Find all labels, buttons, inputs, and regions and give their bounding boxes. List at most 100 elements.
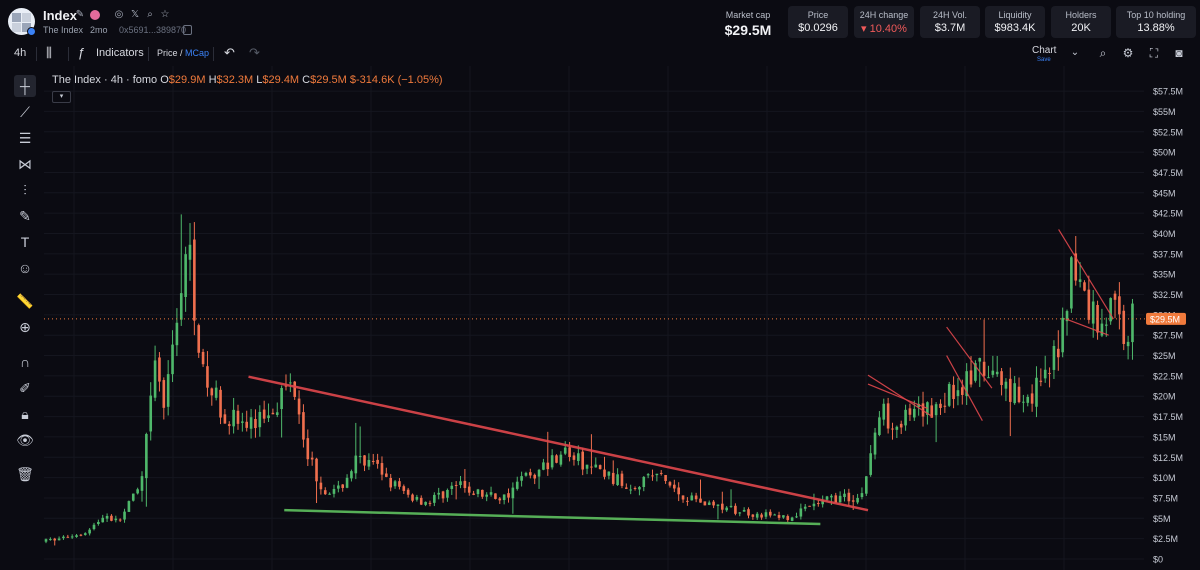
candle-body (402, 486, 406, 491)
candle-body (1113, 293, 1117, 300)
star-icon[interactable]: ☆ (159, 9, 171, 21)
candle-body (393, 481, 397, 487)
token-name: Index (43, 8, 77, 23)
zoom-search-icon[interactable]: ⌕ (1096, 46, 1110, 60)
candle-body (1104, 324, 1108, 326)
fullscreen-icon[interactable]: ⛶ (1147, 46, 1161, 60)
fib-icon[interactable]: ⫶ (14, 179, 36, 201)
candle-body (437, 492, 441, 495)
globe-icon[interactable]: ◎ (113, 9, 125, 21)
legend-high-value: $32.3M (216, 74, 254, 86)
stat-24h-volume: 24H Vol. $3.7M (920, 6, 980, 38)
candle-body (651, 475, 654, 477)
candle-body (459, 481, 462, 486)
candle-body (1078, 279, 1082, 282)
candle-body (389, 477, 393, 488)
text-icon[interactable]: T (14, 231, 36, 253)
indicators-button[interactable]: Indicators (96, 47, 144, 59)
verified-badge-icon (27, 27, 36, 36)
brush-icon[interactable]: ✎ (14, 205, 36, 227)
candle-body (838, 495, 842, 503)
x-icon[interactable]: 𝕏 (129, 9, 141, 21)
crosshair-icon[interactable]: ┼ (14, 75, 36, 97)
save-label[interactable]: Save (1037, 57, 1051, 63)
candle-type-icon[interactable]: ⫼ (46, 45, 52, 61)
lock-drawings-icon[interactable]: ✐ (14, 377, 36, 399)
horizontal-lines-icon[interactable]: ☰ (14, 127, 36, 149)
candle-body (328, 493, 331, 495)
y-tick-label: $20M (1153, 392, 1176, 402)
candle-body (629, 489, 632, 491)
candle-body (520, 476, 523, 481)
pump-icon[interactable] (90, 10, 100, 20)
ruler-icon[interactable]: 📏 (14, 290, 36, 312)
candle-body (864, 476, 868, 494)
candle-body (747, 509, 750, 516)
y-tick-label: $17.5M (1153, 412, 1183, 422)
candle-body (118, 519, 122, 521)
interval-button[interactable]: 4h (14, 47, 26, 59)
chevron-down-icon[interactable]: ⌄ (1068, 46, 1082, 60)
candle-body (843, 493, 846, 498)
candle-body (502, 494, 506, 501)
eye-icon[interactable]: 👁︎ (14, 429, 36, 451)
legend-close-value: $29.5M (310, 74, 347, 86)
stat-label: 24H change (859, 10, 909, 20)
price-mcap-toggle[interactable]: Price / MCap (157, 48, 209, 58)
candle-body (481, 489, 484, 497)
edit-icon[interactable]: ✎ (74, 9, 86, 21)
y-tick-label: $55M (1153, 107, 1176, 117)
price-chart[interactable]: $0 $2.5M $5M $7.5M $10M $12.5M $15M $17.5M $20M $… (44, 66, 1200, 570)
magnet-icon[interactable]: ∩ (14, 351, 36, 373)
candle-body (485, 494, 489, 497)
mcap-option[interactable]: MCap (185, 48, 209, 58)
chart-layout-label[interactable]: Chart (1032, 45, 1056, 56)
candle-body (424, 501, 427, 505)
token-address[interactable]: 0x5691...389870 (119, 25, 186, 35)
trash-icon[interactable]: 🗑︎ (14, 463, 36, 485)
trendline-icon[interactable]: ⟋ (14, 101, 36, 123)
pattern-icon[interactable]: ⋈ (14, 153, 36, 175)
candle-body (131, 493, 135, 501)
candle-body (1061, 317, 1064, 353)
candle-body (376, 459, 379, 464)
candle-body (729, 505, 733, 507)
camera-icon[interactable]: ◙ (1172, 46, 1186, 60)
candle-body (44, 539, 48, 542)
settings-icon[interactable]: ⚙ (1121, 46, 1135, 60)
price-option[interactable]: Price (157, 48, 178, 58)
candle-body (1008, 378, 1012, 402)
emoji-icon[interactable]: ☺ (14, 257, 36, 279)
candle-body (511, 487, 515, 499)
candle-body (943, 405, 947, 407)
candle-body (721, 503, 724, 510)
candle-body (947, 384, 951, 406)
candle-body (808, 505, 811, 507)
candle-body (956, 390, 960, 397)
legend-collapse-icon[interactable]: ▾ (52, 91, 71, 103)
candle-body (184, 254, 187, 297)
candle-body (110, 515, 113, 521)
zoom-in-icon[interactable]: ⊕ (14, 316, 36, 338)
candle-body (350, 471, 353, 479)
candle-body (882, 403, 886, 420)
candle-body (507, 493, 510, 498)
candle-body (83, 533, 87, 535)
candle-body (406, 489, 410, 495)
candle-body (446, 489, 449, 498)
indicators-icon[interactable]: ƒ (78, 45, 85, 60)
lock-icon[interactable]: 🔒︎ (14, 403, 36, 425)
candle-body (795, 516, 798, 518)
copy-icon[interactable] (183, 25, 192, 35)
redo-icon[interactable]: ↷ (249, 45, 260, 61)
stat-top10-holding: Top 10 holding 13.88% (1116, 6, 1196, 38)
chart-canvas[interactable]: $0 $2.5M $5M $7.5M $10M $12.5M $15M $17.5M $20M $… (44, 66, 1200, 570)
candle-body (969, 370, 973, 385)
search-icon[interactable]: ⌕ (144, 9, 156, 21)
undo-icon[interactable]: ↶ (224, 45, 235, 61)
stat-label: Price (807, 10, 829, 20)
legend-close-label: C (302, 74, 311, 86)
candle-body (236, 410, 240, 424)
candle-body (934, 404, 938, 416)
candle-body (1004, 381, 1008, 389)
